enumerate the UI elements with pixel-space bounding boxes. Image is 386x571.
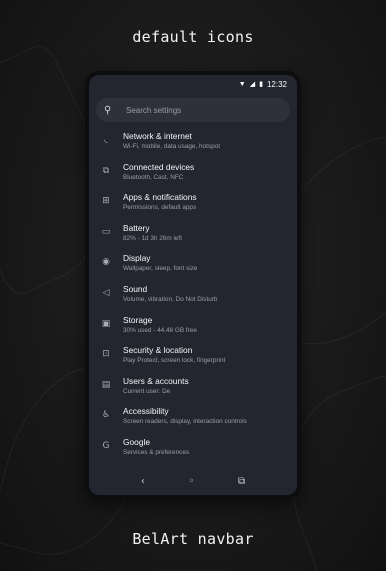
settings-item-users-accounts[interactable]: ▤ Users & accounts Current user: De [89,373,297,404]
settings-item-title: Connected devices [123,161,195,172]
settings-item-subtitle: Permissions, default apps [123,204,197,212]
settings-item-title: Security & location [123,345,193,356]
storage-icon: ▣ [101,318,111,329]
wifi-icon: ◟ [104,135,108,145]
settings-item-title: Network & internet [123,131,192,141]
status-bar: ▼ ◢ ▮ 12:32 [89,75,297,93]
settings-item-title: Google [123,436,151,447]
settings-item-apps-notifications[interactable]: ⊞ Apps & notifications Permissions, defaul… [89,189,297,220]
settings-item-subtitle: Screen readers, display, interaction con… [123,418,247,426]
settings-item-title: Apps & notifications [123,192,197,203]
settings-item-text: Battery 82% - 1d 3h 26m left [123,223,297,243]
settings-item-battery[interactable]: ▭ Battery 82% - 1d 3h 26m left [89,220,297,251]
settings-item-text: Sound Volume, vibration, Do Not Disturb [123,284,297,304]
settings-item-subtitle: Wallpaper, sleep, font size [123,265,198,273]
lock-icon: ⊡ [102,349,110,360]
speaker-icon: ◁ [102,287,110,298]
settings-item-text: Security & location Play Protect, screen … [123,345,297,365]
settings-item-text: Display Wallpaper, sleep, font size [123,253,297,273]
settings-item-title: Battery [123,222,150,233]
settings-item-title: Sound [123,283,148,294]
settings-item-subtitle: Current user: De [123,387,171,395]
settings-item-text: Google Services & preferences [123,437,297,457]
caption-top: default icons [132,28,254,46]
back-icon[interactable]: ‹ [141,476,145,487]
phone-screen: ▼ ◢ ▮ 12:32 ⚲ ◟ Network & internet Wi-Fi, … [89,75,297,495]
user-card-icon: ▤ [101,379,111,390]
apps-icon: ⊞ [102,196,110,207]
search-bar[interactable]: ⚲ [96,98,290,122]
wifi-icon: ▼ [238,80,246,88]
search-input[interactable] [126,105,276,115]
settings-item-google[interactable]: G Google Services & preferences [89,434,297,465]
settings-item-subtitle: Wi-Fi, mobile, data usage, hotspot [123,143,220,150]
settings-item-display[interactable]: ◉ Display Wallpaper, sleep, font size [89,250,297,281]
settings-item-security-location[interactable]: ⊡ Security & location Play Protect, screen… [89,342,297,373]
settings-item-text: Connected devices Bluetooth, Cast, NFC [123,162,297,182]
navigation-bar: ‹ ◦ ⧉ [89,467,297,495]
battery-icon: ▮ [259,81,263,88]
settings-item-connected-devices[interactable]: ⧉ Connected devices Bluetooth, Cast, NFC [89,159,297,190]
settings-item-network-internet[interactable]: ◟ Network & internet Wi-Fi, mobile, data u… [89,128,297,159]
settings-item-subtitle: 30% used - 44.48 GB free [123,326,197,334]
settings-item-subtitle: Services & preferences [123,448,190,456]
phone-frame: ▼ ◢ ▮ 12:32 ⚲ ◟ Network & internet Wi-Fi, … [85,71,301,499]
settings-list: ◟ Network & internet Wi-Fi, mobile, data u… [89,128,297,495]
recents-icon[interactable]: ⧉ [238,476,245,487]
settings-item-subtitle: Bluetooth, Cast, NFC [123,173,184,181]
caption-bottom: BelArt navbar [132,530,254,548]
status-time: 12:32 [266,79,287,89]
battery-icon: ▭ [101,226,111,237]
settings-item-text: Apps & notifications Permissions, default… [123,192,297,212]
settings-item-sound[interactable]: ◁ Sound Volume, vibration, Do Not Disturb [89,281,297,312]
settings-item-subtitle: Play Protect, screen lock, fingerprint [123,357,226,365]
search-icon: ⚲ [104,104,112,116]
settings-item-text: Network & internet Wi-Fi, mobile, data us… [123,131,297,151]
settings-item-text: Users & accounts Current user: De [123,376,297,396]
settings-item-accessibility[interactable]: ♿ Accessibility Screen readers, display, i… [89,403,297,434]
signal-icon: ◢ [249,81,256,88]
home-icon[interactable]: ◦ [188,476,194,487]
google-icon: G [102,440,110,451]
eye-icon: ◉ [102,257,110,268]
settings-item-title: Users & accounts [123,375,189,386]
accessibility-icon: ♿ [101,410,111,421]
settings-item-title: Accessibility [123,406,169,417]
settings-item-storage[interactable]: ▣ Storage 30% used - 44.48 GB free [89,312,297,343]
settings-item-text: Accessibility Screen readers, display, in… [123,406,297,426]
devices-icon: ⧉ [102,165,110,176]
settings-item-subtitle: Volume, vibration, Do Not Disturb [123,295,218,303]
settings-item-title: Display [123,253,151,264]
settings-item-title: Storage [123,314,153,325]
settings-item-subtitle: 82% - 1d 3h 26m left [123,234,182,242]
settings-item-text: Storage 30% used - 44.48 GB free [123,315,297,335]
